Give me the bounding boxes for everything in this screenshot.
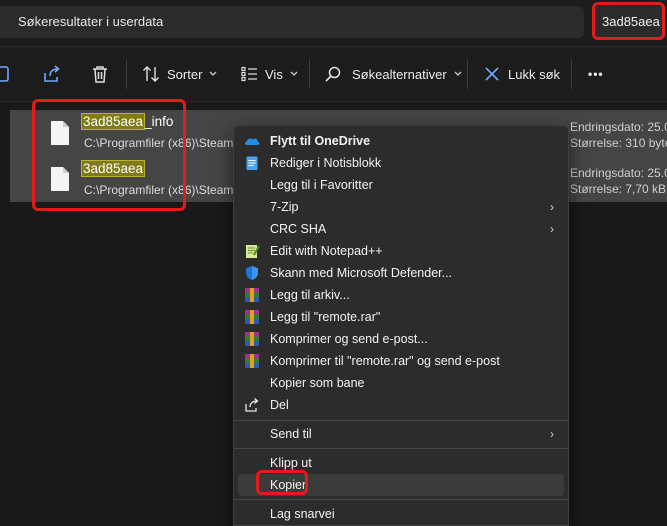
menu-separator [234, 499, 568, 500]
submenu-arrow-icon: › [550, 200, 554, 214]
share-button[interactable] [42, 47, 62, 101]
menu-item-defender[interactable]: Skann med Microsoft Defender... [238, 262, 564, 284]
menu-item-label: Komprimer og send e-post... [270, 332, 428, 346]
notepad-icon [246, 156, 258, 170]
menu-item-create-shortcut[interactable]: Lag snarvei [238, 503, 564, 525]
menu-item-share[interactable]: Del [238, 394, 564, 416]
onedrive-icon [245, 138, 260, 145]
chevron-down-icon [209, 71, 217, 76]
trash-icon [93, 66, 107, 83]
file-icon [51, 121, 69, 145]
share-icon [245, 398, 259, 412]
search-options-button[interactable]: Søkealternativer [324, 47, 462, 101]
menu-item-label: Skann med Microsoft Defender... [270, 266, 453, 280]
file-size: Størrelse: 310 byte [570, 136, 667, 150]
menu-item-label: Kopier som bane [270, 376, 365, 390]
partial-icon [0, 66, 9, 82]
file-name: 3ad85aea_info [80, 113, 174, 130]
menu-item-compress-remote-email[interactable]: Komprimer til "remote.rar" og send e-pos… [238, 350, 564, 372]
menu-item-edit-notepad[interactable]: Rediger i Notisblokk [238, 152, 564, 174]
sort-icon [143, 66, 159, 82]
close-search-label: Lukk søk [508, 66, 561, 82]
menu-item-crc-sha[interactable]: CRC SHA › [238, 218, 564, 240]
file-path: C:\Programfiler (x86)\Steam\ [84, 183, 237, 197]
more-icon: ••• [588, 67, 604, 81]
menu-item-label: Del [270, 398, 289, 412]
menu-item-label: Rediger i Notisblokk [270, 156, 382, 170]
file-date: Endringsdato: 25.0 [570, 120, 667, 134]
delete-button[interactable] [90, 47, 110, 101]
menu-item-add-remote-rar[interactable]: Legg til "remote.rar" [238, 306, 564, 328]
file-date: Endringsdato: 25.0 [570, 166, 667, 180]
more-options-button[interactable]: ••• [588, 47, 604, 101]
menu-item-label: Kopier [270, 478, 307, 492]
address-bar-region: Søkeresultater i userdata 3ad85aea [0, 0, 667, 46]
view-button[interactable]: Vis [241, 47, 298, 101]
menu-item-onedrive[interactable]: Flytt til OneDrive [238, 130, 564, 152]
search-options-label: Søkealternativer [352, 66, 447, 82]
toolbar-divider [571, 59, 572, 89]
menu-item-label: Edit with Notepad++ [270, 244, 383, 258]
menu-item-cut[interactable]: Klipp ut [238, 452, 564, 474]
share-icon [44, 65, 60, 82]
chevron-down-icon [454, 71, 462, 76]
close-search-button[interactable]: Lukk søk [484, 47, 560, 101]
menu-item-send-to[interactable]: Send til › [238, 423, 564, 445]
file-size: Størrelse: 7,70 kB [570, 182, 667, 196]
toolbar-divider [126, 59, 127, 89]
close-icon [485, 67, 499, 81]
address-field[interactable]: Søkeresultater i userdata [0, 6, 584, 38]
menu-item-label: Legg til arkiv... [270, 288, 350, 302]
menu-item-label: Lag snarvei [270, 507, 335, 521]
menu-item-compress-email[interactable]: Komprimer og send e-post... [238, 328, 564, 350]
search-input[interactable]: 3ad85aea [594, 6, 666, 38]
menu-separator [234, 420, 568, 421]
file-path: C:\Programfiler (x86)\Steam\ [84, 136, 237, 150]
address-text: Søkeresultater i userdata [18, 14, 164, 29]
menu-item-7zip[interactable]: 7-Zip › [238, 196, 564, 218]
menu-item-add-favorites[interactable]: Legg til i Favoritter [238, 174, 564, 196]
context-menu: Flytt til OneDrive Rediger i Notisblokk … [233, 125, 569, 526]
menu-item-notepadpp[interactable]: Edit with Notepad++ [238, 240, 564, 262]
winrar-icon [245, 310, 259, 324]
notepadpp-icon [246, 245, 260, 258]
search-match-highlight: 3ad85aea [80, 113, 146, 130]
file-icon [51, 167, 69, 191]
search-match-highlight: 3ad85aea [80, 160, 146, 177]
menu-item-label: Send til [270, 427, 312, 441]
winrar-icon [245, 354, 259, 368]
file-name: 3ad85aea [80, 160, 146, 177]
submenu-arrow-icon: › [550, 427, 554, 441]
file-name-rest: _info [144, 114, 174, 129]
menu-item-label: Klipp ut [270, 456, 312, 470]
toolbar-divider [467, 59, 468, 89]
copy-path-button[interactable] [0, 47, 16, 101]
submenu-arrow-icon: › [550, 222, 554, 236]
chevron-down-icon [290, 71, 298, 76]
search-value: 3ad85aea [602, 14, 660, 29]
menu-item-label: Legg til "remote.rar" [270, 310, 381, 324]
menu-item-copy[interactable]: Kopier [238, 474, 564, 496]
winrar-icon [245, 332, 259, 346]
view-label: Vis [265, 66, 283, 82]
menu-item-label: CRC SHA [270, 222, 327, 236]
sort-button[interactable]: Sorter [142, 47, 217, 101]
menu-item-label: Legg til i Favoritter [270, 178, 373, 192]
menu-item-label: Flytt til OneDrive [270, 134, 371, 148]
command-bar: Sorter Vis Søkealternativer Lukk søk ••• [0, 46, 667, 102]
menu-item-copy-as-path[interactable]: Kopier som bane [238, 372, 564, 394]
defender-shield-icon [246, 266, 258, 280]
menu-item-add-archive[interactable]: Legg til arkiv... [238, 284, 564, 306]
winrar-icon [245, 288, 259, 302]
sort-label: Sorter [167, 66, 203, 82]
toolbar-divider [309, 59, 310, 89]
search-icon [325, 66, 341, 82]
menu-separator [234, 448, 568, 449]
menu-item-label: Komprimer til "remote.rar" og send e-pos… [270, 354, 500, 368]
menu-item-label: 7-Zip [270, 200, 299, 214]
view-icon [241, 66, 257, 82]
